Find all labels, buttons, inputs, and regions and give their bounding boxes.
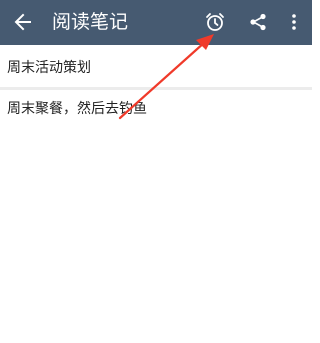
more-vertical-icon bbox=[292, 14, 296, 30]
alarm-button[interactable] bbox=[200, 7, 230, 37]
back-button[interactable] bbox=[8, 7, 38, 37]
arrow-left-icon bbox=[14, 13, 31, 31]
note-title[interactable]: 周末活动策划 bbox=[0, 47, 312, 87]
app-toolbar: 阅读笔记 bbox=[0, 0, 312, 45]
more-options-button[interactable] bbox=[279, 7, 309, 37]
note-detail-screen: 阅读笔记 周末活动策划 周末聚餐，然后去钓鱼 bbox=[0, 0, 312, 343]
share-button[interactable] bbox=[243, 7, 273, 37]
share-icon bbox=[250, 13, 266, 31]
alarm-clock-icon bbox=[206, 13, 224, 31]
note-body[interactable]: 周末聚餐，然后去钓鱼 bbox=[0, 90, 312, 343]
page-title: 阅读笔记 bbox=[52, 11, 129, 33]
